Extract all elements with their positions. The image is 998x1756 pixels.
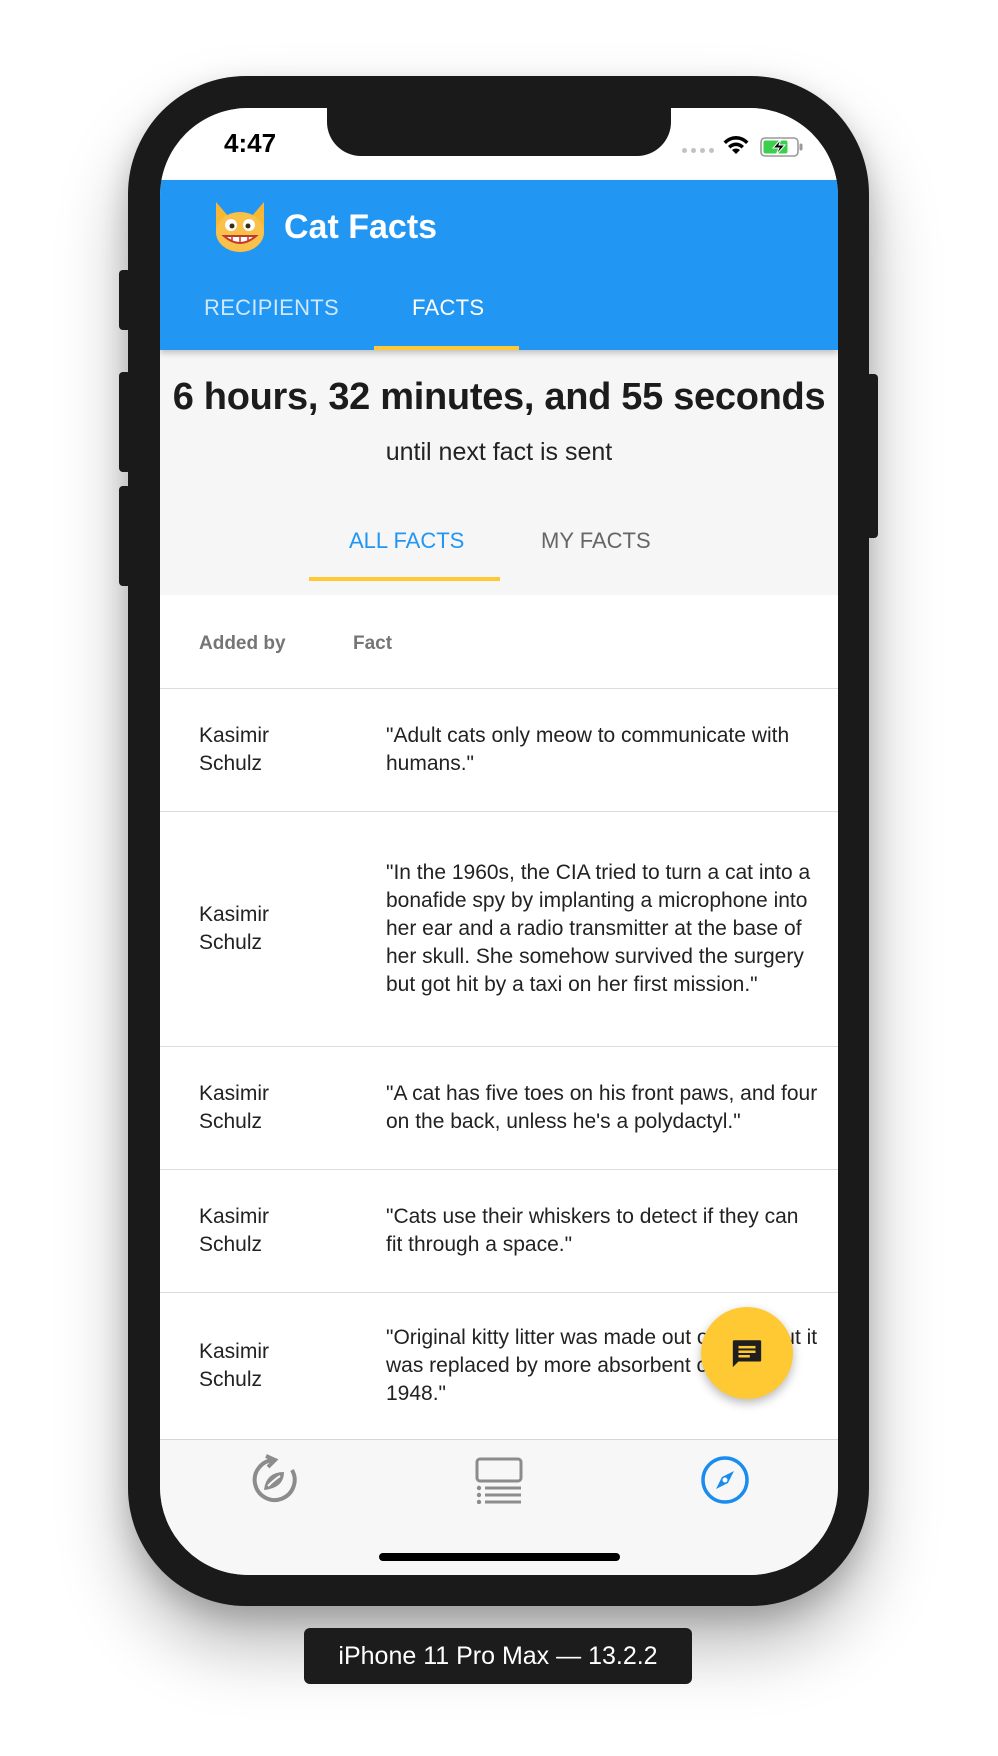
wifi-icon — [723, 136, 749, 154]
row-fact: "Cats use their whiskers to detect if th… — [386, 1205, 799, 1256]
volume-up-button — [119, 372, 131, 472]
battery-charging-icon — [760, 137, 803, 157]
tab-all-facts[interactable]: ALL FACTS — [349, 528, 464, 554]
column-header-added-by[interactable]: Added by — [199, 633, 286, 655]
table-header: Added by Fact — [160, 595, 838, 689]
row-fact: "In the 1960s, the CIA tried to turn a c… — [386, 861, 811, 996]
nav-explore-button[interactable] — [695, 1450, 755, 1510]
column-header-fact[interactable]: Fact — [353, 633, 392, 655]
countdown-timer: 6 hours, 32 minutes, and 55 seconds — [172, 376, 826, 418]
device-label: iPhone 11 Pro Max — 13.2.2 — [304, 1628, 692, 1684]
nav-list-button[interactable] — [469, 1450, 529, 1510]
new-fact-fab-button[interactable] — [701, 1307, 793, 1399]
message-icon — [732, 1340, 762, 1368]
tab-my-facts[interactable]: MY FACTS — [541, 528, 651, 554]
row-added-by: Kasimir Schulz — [199, 1205, 270, 1256]
countdown-caption: until next fact is sent — [385, 438, 613, 466]
notch — [327, 108, 671, 156]
tab-recipients[interactable]: RECIPIENTS — [204, 295, 339, 321]
home-indicator[interactable] — [379, 1553, 620, 1561]
status-time: 4:47 — [224, 128, 277, 158]
cellular-signal-icon — [682, 148, 714, 153]
list-icon — [475, 1457, 523, 1504]
nav-refresh-button[interactable] — [244, 1450, 304, 1510]
row-added-by: Kasimir Schulz — [199, 724, 270, 775]
row-fact: "Adult cats only meow to communicate wit… — [386, 724, 790, 775]
row-added-by: Kasimir Schulz — [199, 903, 270, 954]
table-row[interactable]: Kasimir Schulz "Adult cats only meow to … — [160, 689, 838, 812]
mute-switch — [119, 270, 131, 330]
refresh-leaf-icon — [252, 1454, 297, 1502]
table-row[interactable]: Kasimir Schulz "In the 1960s, the CIA tr… — [160, 812, 838, 1047]
row-fact: "A cat has five toes on his front paws, … — [386, 1082, 818, 1133]
row-added-by: Kasimir Schulz — [199, 1082, 270, 1133]
active-subtab-indicator — [309, 577, 500, 581]
power-button — [866, 374, 878, 538]
volume-down-button — [119, 486, 131, 586]
cat-logo-icon — [216, 202, 264, 252]
screen: 4:47 Cat Facts RECIPIENTS FACTS 6 hours,… — [160, 108, 838, 1575]
active-tab-indicator — [374, 346, 519, 350]
compass-icon — [701, 1456, 749, 1504]
table-row[interactable]: Kasimir Schulz "A cat has five toes on h… — [160, 1047, 838, 1170]
app-bar: Cat Facts RECIPIENTS FACTS — [160, 180, 838, 350]
table-row[interactable]: Kasimir Schulz "Cats use their whiskers … — [160, 1170, 838, 1293]
row-added-by: Kasimir Schulz — [199, 1340, 270, 1391]
tab-facts[interactable]: FACTS — [412, 295, 484, 321]
app-title: Cat Facts — [284, 208, 438, 246]
